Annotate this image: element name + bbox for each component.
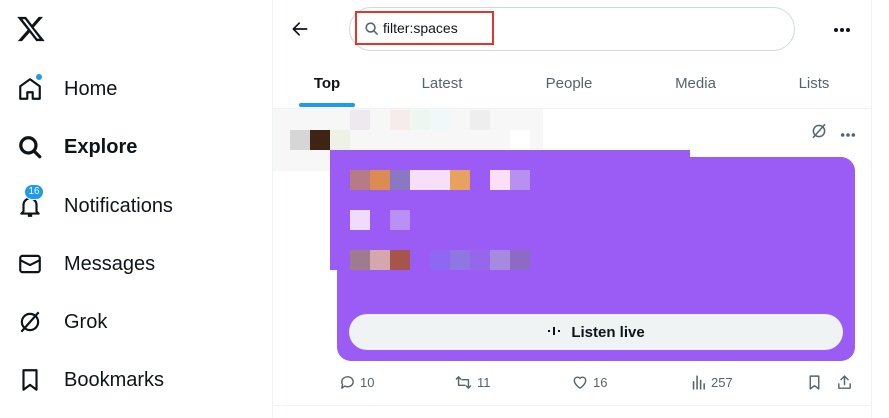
reply-button[interactable]: 10 <box>339 374 374 391</box>
listen-live-button[interactable]: Listen live <box>349 314 843 350</box>
repost-button[interactable]: 11 <box>454 374 491 391</box>
home-icon <box>16 73 44 103</box>
repost-icon <box>455 376 472 389</box>
tab-top[interactable]: Top <box>299 58 355 108</box>
active-tab-indicator <box>299 103 355 107</box>
notification-count-badge: 16 <box>24 184 44 200</box>
bookmark-button[interactable] <box>806 374 827 391</box>
arrow-left-icon <box>292 22 308 36</box>
home-notification-dot <box>35 73 43 81</box>
bookmark-icon <box>16 366 44 394</box>
more-options-button[interactable] <box>828 16 856 44</box>
bookmark-icon <box>809 375 820 390</box>
sidebar-item-home[interactable]: Home <box>16 69 117 109</box>
grok-icon <box>16 308 44 336</box>
share-button[interactable] <box>836 374 857 391</box>
sidebar-item-bookmarks[interactable]: Bookmarks <box>16 360 164 400</box>
sidebar-item-explore[interactable]: Explore <box>16 127 137 167</box>
like-button[interactable]: 16 <box>571 374 607 391</box>
back-button[interactable] <box>285 14 315 44</box>
heart-icon <box>573 376 587 389</box>
bell-icon: 16 <box>16 184 44 220</box>
views-button[interactable]: 257 <box>690 374 733 391</box>
more-dots-icon[interactable] <box>840 125 856 143</box>
tab-latest[interactable]: Latest <box>407 58 477 108</box>
listen-live-label: Listen live <box>571 323 645 341</box>
sidebar-item-grok[interactable]: Grok <box>16 302 107 342</box>
post-divider <box>273 405 871 406</box>
reply-count: 10 <box>360 375 375 390</box>
sidebar: Home Explore 16 Notifications Messages G… <box>0 0 272 418</box>
sidebar-item-label: Home <box>64 77 118 100</box>
tab-people[interactable]: People <box>533 58 605 108</box>
search-query-text[interactable]: filter:spaces <box>383 20 458 36</box>
like-count: 16 <box>593 375 608 390</box>
sidebar-item-label: Grok <box>64 310 108 333</box>
grok-icon[interactable] <box>810 122 828 145</box>
sidebar-item-notifications[interactable]: 16 Notifications <box>16 184 173 226</box>
analytics-icon <box>692 375 705 390</box>
search-icon <box>16 133 44 161</box>
sidebar-item-label: Messages <box>64 252 156 275</box>
post-top-actions <box>810 122 856 145</box>
tab-media[interactable]: Media <box>663 58 728 108</box>
main-column-divider <box>871 0 872 418</box>
sidebar-item-messages[interactable]: Messages <box>16 244 155 284</box>
repost-count: 11 <box>477 375 491 390</box>
sidebar-item-label: Explore <box>64 135 138 158</box>
reply-icon <box>341 376 354 389</box>
sidebar-item-label: Bookmarks <box>64 368 165 391</box>
search-tabs: Top Latest People Media Lists <box>273 58 871 108</box>
x-logo-icon[interactable] <box>16 14 46 44</box>
envelope-icon <box>16 250 44 278</box>
view-count: 257 <box>711 375 733 390</box>
tab-lists[interactable]: Lists <box>788 58 840 108</box>
sidebar-item-label: Notifications <box>64 194 173 217</box>
search-icon <box>364 21 379 36</box>
audio-wave-icon <box>547 325 561 339</box>
share-icon <box>838 375 851 389</box>
more-dots-icon <box>834 28 850 32</box>
